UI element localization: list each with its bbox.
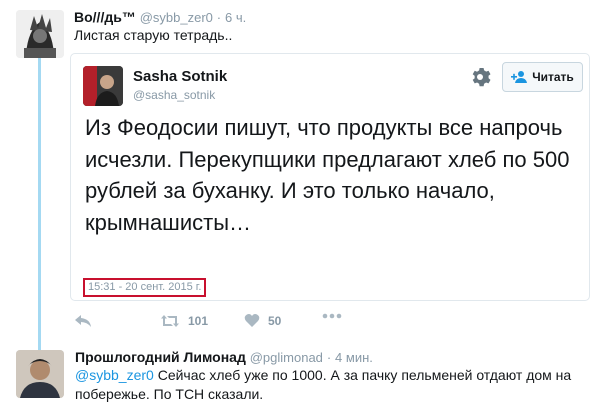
mention-link[interactable]: @sybb_zer0 (75, 367, 154, 383)
timestamp[interactable]: 4 мин. (335, 350, 373, 365)
reply-icon (75, 315, 91, 327)
avatar[interactable] (16, 350, 64, 398)
handle[interactable]: @pglimonad (250, 350, 323, 365)
follow-label: Читать (532, 70, 574, 84)
reply-tweet-text: @sybb_zer0 Сейчас хлеб уже по 1000. А за… (75, 366, 590, 404)
tweet-header: Во///дь™ @sybb_zer0 · 6 ч. (74, 9, 247, 25)
reply-button[interactable] (74, 313, 92, 329)
retweet-icon (161, 315, 179, 327)
more-button[interactable] (322, 313, 342, 319)
follow-person-icon (511, 71, 528, 83)
timestamp[interactable]: 6 ч. (225, 10, 246, 25)
avatar[interactable] (83, 66, 123, 106)
retweet-count: 101 (188, 314, 209, 328)
timestamp[interactable]: 15:31 - 20 сент. 2015 г. (83, 278, 207, 297)
thread-connector-line (38, 58, 41, 358)
handle[interactable]: @sasha_sotnik (133, 88, 215, 102)
display-name[interactable]: Sasha Sotnik (133, 68, 227, 85)
quoted-tweet-text: Из Феодосии пишут, что продукты все напр… (85, 115, 570, 235)
handle[interactable]: @sybb_zer0 (140, 10, 213, 25)
retweet-button[interactable]: 101 (160, 313, 208, 329)
tweet-header: Прошлогодний Лимонад @pglimonad · 4 мин. (75, 349, 373, 365)
like-button[interactable]: 50 (244, 313, 281, 328)
display-name[interactable]: Во///дь™ (74, 9, 136, 25)
more-icon (322, 313, 342, 319)
quoted-tweet-card[interactable]: Sasha Sotnik @sasha_sotnik Читать Из Фео… (70, 53, 590, 301)
gear-icon[interactable] (468, 65, 492, 89)
like-count: 50 (268, 313, 282, 328)
follow-button[interactable]: Читать (502, 62, 583, 92)
display-name[interactable]: Прошлогодний Лимонад (75, 349, 246, 365)
tweet-sybb-zer0[interactable]: Во///дь™ @sybb_zer0 · 6 ч. Листая старую… (0, 0, 604, 60)
heart-icon (244, 314, 260, 327)
tweet-actions: 101 50 (74, 313, 474, 333)
avatar[interactable] (16, 10, 64, 58)
tweet-text: Листая старую тетрадь.. (74, 27, 233, 43)
